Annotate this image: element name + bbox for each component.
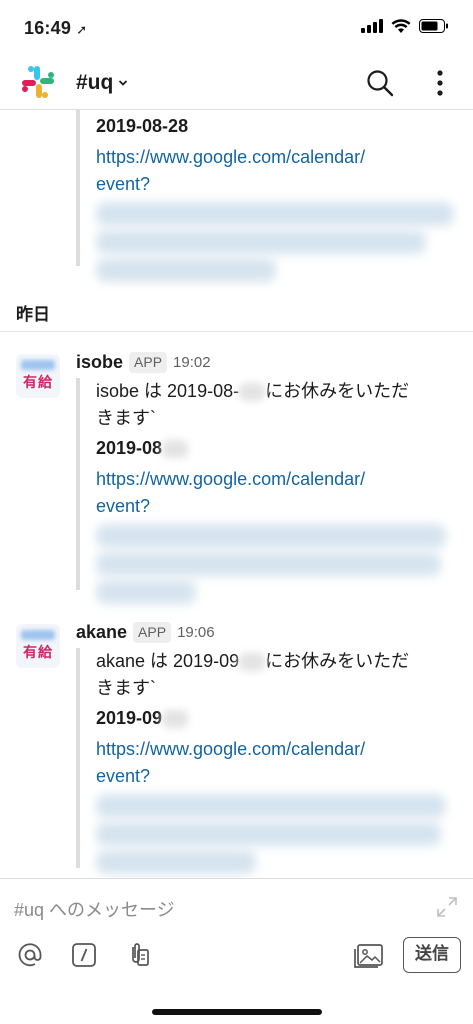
status-icons (361, 19, 449, 33)
message-header: isobe APP 19:02 (76, 350, 211, 374)
message-header: akane APP 19:06 (76, 620, 215, 644)
redacted-date-part (162, 440, 189, 459)
attachment-text-part: にお休みをいただ (265, 651, 410, 671)
status-time-text: 16:49 (24, 18, 72, 38)
battery-icon (419, 19, 448, 33)
calendar-link[interactable]: https://www.google.com/calendar/ event? (96, 144, 456, 198)
slack-logo-icon[interactable] (20, 64, 56, 100)
search-icon[interactable] (365, 68, 395, 98)
more-vertical-icon[interactable] (433, 68, 447, 98)
attachment-icon[interactable] (124, 941, 152, 969)
avatar-label: 有給 (23, 644, 53, 660)
message[interactable]: 有給 akane APP 19:06 akane は 2019-09 にお休みをい… (0, 620, 473, 878)
redacted-link-text (96, 202, 454, 226)
app-badge: APP (129, 351, 168, 373)
redacted-link-text (96, 552, 441, 576)
avatar-redacted-top (21, 360, 55, 370)
calendar-link-line: https://www.google.com/calendar/ (96, 739, 366, 759)
attachment-date-text: 2019-08 (96, 438, 163, 458)
attachment-date: 2019-09 (96, 704, 456, 732)
sender-name[interactable]: akane (76, 622, 127, 643)
channel-title-button[interactable]: #uq (76, 71, 128, 95)
location-arrow-icon: ➚ (76, 22, 88, 37)
redacted-link-text (96, 524, 446, 548)
app-badge: APP (133, 621, 172, 643)
message-attachment: 2019-08-28 https://www.google.com/calend… (76, 110, 456, 282)
avatar-label: 有給 (23, 374, 53, 390)
attachment-text: akane は 2019-09 にお休みをいただ きます` (96, 648, 456, 702)
calendar-link-line: event? (96, 766, 151, 786)
expand-icon[interactable] (435, 895, 459, 919)
day-divider: 昨日 (0, 296, 473, 332)
redacted-link-text (96, 794, 446, 818)
status-time: 16:49 ➚ (24, 18, 87, 39)
channel-header: #uq (0, 56, 473, 110)
message[interactable]: 有給 isobe APP 19:02 isobe は 2019-08- にお休みを… (0, 350, 473, 604)
attachment-text: isobe は 2019-08- にお休みをいただ きます` (96, 378, 456, 432)
message-list[interactable]: 2019-08-28 https://www.google.com/calend… (0, 110, 473, 878)
attachment-text-part: きます` (96, 408, 156, 428)
redacted-date-part (239, 653, 266, 672)
channel-name: #uq (76, 71, 114, 94)
send-button[interactable]: 送信 (403, 937, 461, 973)
signal-icon (361, 19, 383, 33)
calendar-link-line: event? (96, 496, 151, 516)
chevron-down-icon (119, 80, 128, 86)
avatar[interactable]: 有給 (16, 624, 60, 668)
mention-icon[interactable] (16, 941, 44, 969)
attachment-text-part: isobe は 2019-08- (96, 381, 240, 401)
attachment-text-part: にお休みをいただ (265, 381, 410, 401)
message-time: 19:06 (177, 623, 215, 641)
status-bar: 16:49 ➚ (0, 0, 473, 56)
redacted-link-text (96, 580, 196, 604)
message-input[interactable] (14, 900, 414, 921)
redacted-date-part (239, 383, 266, 402)
calendar-link[interactable]: https://www.google.com/calendar/ event? (96, 466, 456, 520)
message-time: 19:02 (173, 353, 211, 371)
redacted-link-text (96, 850, 256, 874)
attachment-text-part: akane は 2019-09 (96, 651, 240, 671)
redacted-date-part (162, 710, 189, 729)
redacted-link-text (96, 258, 276, 282)
photo-icon[interactable] (352, 941, 384, 969)
calendar-link[interactable]: https://www.google.com/calendar/ event? (96, 736, 456, 790)
slash-command-icon[interactable] (70, 941, 98, 969)
avatar-redacted-top (21, 630, 55, 640)
attachment-text-part: きます` (96, 678, 156, 698)
attachment-date: 2019-08 (96, 434, 456, 462)
wifi-icon (391, 19, 411, 33)
calendar-link-line: https://www.google.com/calendar/ (96, 469, 366, 489)
calendar-link-line: https://www.google.com/calendar/ (96, 147, 366, 167)
avatar[interactable]: 有給 (16, 354, 60, 398)
calendar-link-line: event? (96, 174, 151, 194)
sender-name[interactable]: isobe (76, 352, 123, 373)
message-composer: 送信 (0, 878, 473, 1024)
redacted-link-text (96, 822, 441, 846)
attachment-date: 2019-08-28 (96, 116, 189, 136)
home-indicator[interactable] (152, 1009, 322, 1015)
day-divider-label: 昨日 (16, 305, 50, 324)
attachment-date-text: 2019-09 (96, 708, 163, 728)
message-attachment: isobe は 2019-08- にお休みをいただ きます` 2019-08 ht… (76, 378, 456, 604)
redacted-link-text (96, 230, 426, 254)
message-attachment: akane は 2019-09 にお休みをいただ きます` 2019-09 htt… (76, 648, 456, 874)
